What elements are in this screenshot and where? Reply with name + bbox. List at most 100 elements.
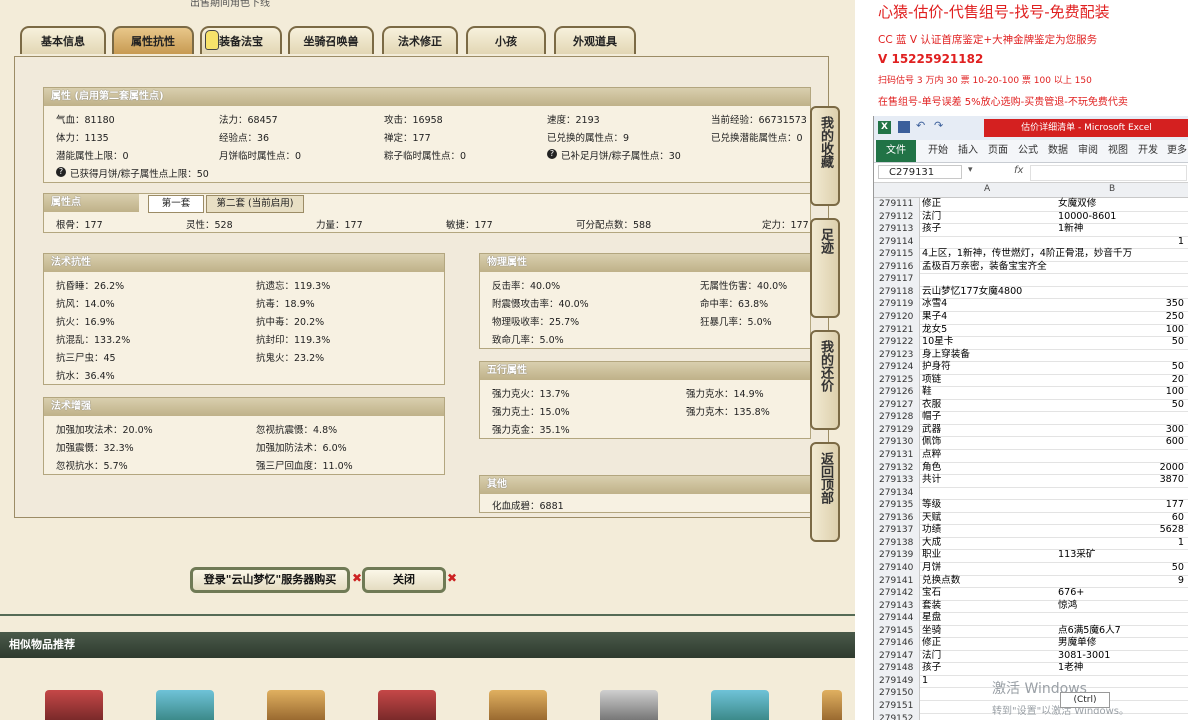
cell-b[interactable]: 50: [1058, 399, 1184, 412]
cell-a[interactable]: 项链: [922, 374, 1056, 387]
cell-a[interactable]: 云山梦忆177女魔4800: [922, 286, 1056, 299]
row-number[interactable]: 279119: [874, 298, 920, 311]
cell-a[interactable]: 角色: [922, 462, 1056, 475]
cell-a[interactable]: 帽子: [922, 411, 1056, 424]
row-number[interactable]: 279111: [874, 198, 920, 211]
cell-b[interactable]: 1新神: [1058, 223, 1184, 236]
row-number[interactable]: 279116: [874, 260, 920, 274]
cell-b[interactable]: 250: [1058, 311, 1184, 324]
cell-a[interactable]: 身上穿装备: [922, 349, 1056, 362]
row-number[interactable]: 279132: [874, 461, 920, 475]
login-buy-button[interactable]: 登录"云山梦忆"服务器购买: [190, 567, 350, 593]
row-number[interactable]: 279125: [874, 373, 920, 387]
cell-a[interactable]: 武器: [922, 424, 1056, 437]
redo-icon[interactable]: ↷: [934, 119, 943, 132]
similar-item-thumb[interactable]: [378, 690, 436, 720]
cell-b[interactable]: 100: [1058, 324, 1184, 337]
cell-b[interactable]: 女魔双修: [1058, 198, 1184, 211]
tab-spell-correction[interactable]: 法术修正: [382, 26, 458, 54]
cell-a[interactable]: 冰雪4: [922, 298, 1056, 311]
ribbon-tab-data[interactable]: 数据: [1048, 140, 1068, 162]
row-number[interactable]: 279147: [874, 649, 920, 663]
cell-b[interactable]: 5628: [1058, 524, 1184, 537]
row-number[interactable]: 279112: [874, 210, 920, 224]
similar-item-thumb[interactable]: [600, 690, 658, 720]
row-number[interactable]: 279127: [874, 398, 920, 412]
cell-a[interactable]: 法门: [922, 211, 1056, 224]
ribbon-tab-more[interactable]: 更多: [1167, 140, 1187, 162]
row-number[interactable]: 279136: [874, 511, 920, 525]
cell-a[interactable]: 点粹: [922, 449, 1056, 462]
row-number[interactable]: 279137: [874, 524, 920, 537]
cell-a[interactable]: 套装: [922, 600, 1056, 613]
ribbon-tab-review[interactable]: 审阅: [1078, 140, 1098, 162]
cell-a[interactable]: 龙女5: [922, 324, 1056, 337]
cell-b[interactable]: 20: [1058, 374, 1184, 387]
row-number[interactable]: 279146: [874, 637, 920, 650]
similar-item-thumb[interactable]: [711, 690, 769, 720]
row-number[interactable]: 279144: [874, 612, 920, 625]
cell-b[interactable]: 600: [1058, 436, 1184, 449]
row-number[interactable]: 279122: [874, 336, 920, 349]
cell-b[interactable]: 113采矿: [1058, 549, 1184, 562]
paste-options-button[interactable]: (Ctrl): [1060, 692, 1110, 708]
row-number[interactable]: 279124: [874, 361, 920, 374]
cell-b[interactable]: 2000: [1058, 462, 1184, 475]
save-icon[interactable]: [898, 121, 910, 133]
cell-b[interactable]: 点6满5魔6人7: [1058, 625, 1184, 638]
help-icon[interactable]: ?: [56, 166, 66, 177]
ribbon-tab-formula[interactable]: 公式: [1018, 140, 1038, 162]
cell-b[interactable]: 惊鸿: [1058, 600, 1184, 613]
cell-b[interactable]: 60: [1058, 512, 1184, 525]
cell-a[interactable]: 护身符: [922, 361, 1056, 374]
cell-a[interactable]: 孩子: [922, 223, 1056, 236]
row-number[interactable]: 279138: [874, 536, 920, 550]
row-number[interactable]: 279130: [874, 436, 920, 450]
ribbon-tab-file[interactable]: 文件: [876, 140, 916, 162]
row-number[interactable]: 279151: [874, 700, 920, 713]
cell-a[interactable]: 职业: [922, 549, 1056, 562]
cell-a[interactable]: 坐骑: [922, 625, 1056, 638]
column-a-header[interactable]: A: [984, 184, 990, 194]
ribbon-tab-insert[interactable]: 插入: [958, 140, 978, 162]
cell-b[interactable]: 50: [1058, 361, 1184, 374]
row-number[interactable]: 279143: [874, 599, 920, 613]
cell-a[interactable]: 4上区，1新神，传世燃灯，4阶正骨混，妙音千万: [922, 248, 1132, 261]
cell-a[interactable]: 等级: [922, 499, 1056, 512]
row-number[interactable]: 279145: [874, 624, 920, 638]
cell-b[interactable]: 1: [1058, 537, 1184, 550]
cell-b[interactable]: 177: [1058, 499, 1184, 512]
row-number[interactable]: 279142: [874, 587, 920, 600]
tab-mounts[interactable]: 坐骑召唤兽: [288, 26, 374, 54]
name-box-dropdown-icon[interactable]: ▾: [968, 165, 973, 175]
cell-a[interactable]: 孟极百万亲密，装备宝宝齐全: [922, 261, 1056, 274]
back-to-top-button[interactable]: 返回顶部: [810, 442, 840, 542]
cell-a[interactable]: 10星卡: [922, 336, 1056, 349]
cell-b[interactable]: 1: [1058, 236, 1184, 249]
cell-a[interactable]: 月饼: [922, 562, 1056, 575]
ribbon-tab-home[interactable]: 开始: [928, 140, 948, 162]
row-number[interactable]: 279118: [874, 285, 920, 299]
ribbon-tab-developer[interactable]: 开发: [1138, 140, 1158, 162]
row-number[interactable]: 279131: [874, 449, 920, 462]
row-number[interactable]: 279129: [874, 423, 920, 437]
ribbon-tab-page[interactable]: 页面: [988, 140, 1008, 162]
cell-a[interactable]: 果子4: [922, 311, 1056, 324]
fx-icon[interactable]: fx: [1014, 165, 1023, 176]
cell-b[interactable]: 50: [1058, 562, 1184, 575]
cell-a[interactable]: 星盘: [922, 612, 1056, 625]
row-number[interactable]: 279121: [874, 323, 920, 337]
similar-item-thumb[interactable]: [822, 690, 842, 720]
cell-a[interactable]: 大成: [922, 537, 1056, 550]
cell-a[interactable]: 功绩: [922, 524, 1056, 537]
row-number[interactable]: 279115: [874, 248, 920, 261]
row-number[interactable]: 279141: [874, 574, 920, 588]
row-number[interactable]: 279150: [874, 687, 920, 701]
row-number[interactable]: 279134: [874, 486, 920, 500]
cell-a[interactable]: 宝石: [922, 587, 1056, 600]
tab-appearance[interactable]: 外观道具: [554, 26, 636, 54]
row-number[interactable]: 279133: [874, 474, 920, 487]
row-number[interactable]: 279152: [874, 712, 920, 720]
row-number[interactable]: 279135: [874, 499, 920, 512]
cell-b[interactable]: 9: [1058, 575, 1184, 588]
